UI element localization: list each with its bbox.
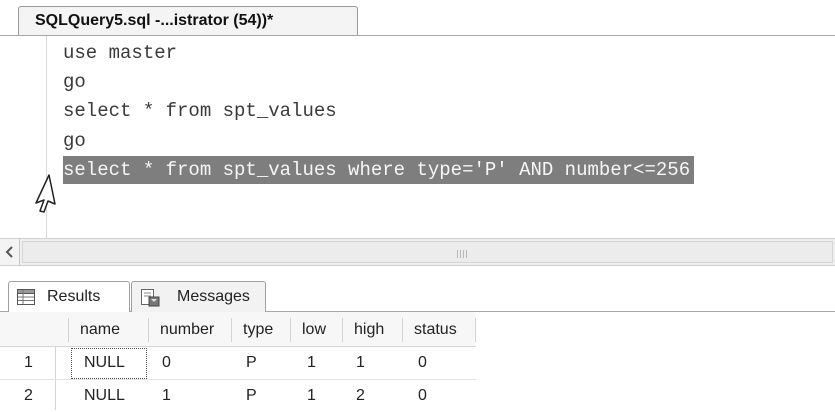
row-number[interactable]: 2 xyxy=(24,380,33,412)
tab-messages-label: Messages xyxy=(177,288,250,305)
cell-type[interactable]: P xyxy=(246,347,257,379)
tab-results-label: Results xyxy=(47,288,101,305)
column-header-high[interactable]: high xyxy=(354,314,384,345)
column-separator xyxy=(342,318,343,342)
column-header-name[interactable]: name xyxy=(80,314,120,345)
code-line-3[interactable]: select * from spt_values xyxy=(63,97,337,125)
column-header-number[interactable]: number xyxy=(160,314,214,345)
document-tab-strip: SQLQuery5.sql -...istrator (54))* xyxy=(0,0,835,36)
cell-type[interactable]: P xyxy=(246,380,257,412)
row-number[interactable]: 1 xyxy=(24,347,33,379)
cell-low[interactable]: 1 xyxy=(307,347,316,379)
document-tab[interactable]: SQLQuery5.sql -...istrator (54))* xyxy=(18,6,358,36)
cell-number[interactable]: 0 xyxy=(162,347,171,379)
query-editor[interactable]: use master go select * from spt_values g… xyxy=(0,36,835,238)
row-divider xyxy=(0,379,476,380)
mouse-pointer-icon xyxy=(35,174,56,213)
column-header-status[interactable]: status xyxy=(414,314,457,345)
selected-cell-focus xyxy=(71,348,147,379)
cell-status[interactable]: 0 xyxy=(418,380,427,412)
code-line-5-selected[interactable]: select * from spt_values where type='P' … xyxy=(63,156,695,184)
column-separator xyxy=(402,318,403,342)
code-line-4[interactable]: go xyxy=(63,127,86,155)
cell-name[interactable]: NULL xyxy=(84,380,125,412)
code-line-1[interactable]: use master xyxy=(63,39,177,67)
column-header-type[interactable]: type xyxy=(243,314,273,345)
tab-results[interactable]: Results xyxy=(8,281,130,313)
column-separator xyxy=(148,318,149,342)
cell-high[interactable]: 1 xyxy=(356,347,365,379)
scrollbar-grip-icon xyxy=(457,250,471,258)
cell-low[interactable]: 1 xyxy=(307,380,316,412)
code-line-2[interactable]: go xyxy=(63,68,86,96)
scrollbar-thumb[interactable] xyxy=(22,241,833,263)
editor-horizontal-scrollbar[interactable] xyxy=(0,238,835,266)
chevron-left-icon xyxy=(5,246,13,258)
column-header-low[interactable]: low xyxy=(302,314,326,345)
messages-icon xyxy=(141,289,160,307)
grid-header-row xyxy=(0,312,476,347)
scroll-left-button[interactable] xyxy=(0,239,20,265)
column-separator xyxy=(231,318,232,342)
cell-high[interactable]: 2 xyxy=(356,380,365,412)
cell-status[interactable]: 0 xyxy=(418,347,427,379)
tab-messages[interactable]: Messages xyxy=(131,281,266,312)
column-separator xyxy=(290,318,291,342)
results-grid[interactable]: name number type low high status 1 NULL … xyxy=(0,312,835,410)
column-separator xyxy=(68,318,69,342)
cell-number[interactable]: 1 xyxy=(162,380,171,412)
results-tab-strip: Results Messages xyxy=(0,276,835,313)
grid-icon xyxy=(17,289,35,305)
document-tab-title: SQLQuery5.sql -...istrator (54))* xyxy=(35,12,274,29)
column-separator xyxy=(475,318,476,342)
